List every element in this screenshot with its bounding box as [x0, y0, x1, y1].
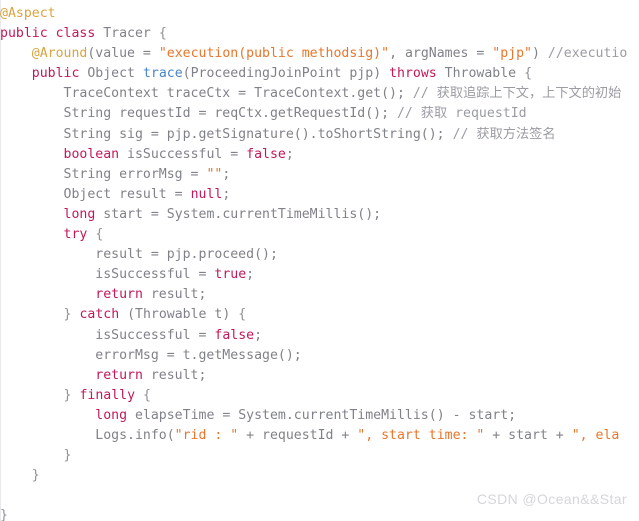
- annotation-around: @Around: [31, 46, 88, 62]
- code-line-3: @Around(value = "execution(public method…: [31, 46, 628, 62]
- code-line-8: boolean isSuccessful = false;: [63, 146, 294, 162]
- code-line-26: }: [0, 508, 8, 521]
- code-block: @Aspect public class Tracer { @Around(val…: [0, 0, 639, 521]
- code-line-15: return result;: [95, 287, 207, 303]
- code-line-11: long start = System.currentTimeMillis();: [63, 206, 382, 222]
- code-line-23: }: [63, 448, 72, 464]
- code-line-16: } catch (Throwable t) {: [63, 307, 247, 323]
- code-line-4: public Object trace(ProceedingJoinPoint …: [31, 66, 533, 82]
- code-line-22: Logs.info("rid : " + requestId + ", star…: [0, 427, 620, 443]
- code-line-17: isSuccessful = false;: [0, 327, 263, 343]
- code-line-18: errorMsg = t.getMessage();: [0, 347, 302, 363]
- code-line-9: String errorMsg = "";: [0, 166, 231, 182]
- code-line-14: isSuccessful = true;: [0, 267, 255, 283]
- code-line-1: @Aspect: [0, 4, 639, 24]
- code-snippet-image: @Aspect public class Tracer { @Around(val…: [0, 0, 639, 521]
- annotation-aspect: @Aspect: [0, 6, 56, 21]
- code-line-7: String sig = pjp.getSignature().toShortS…: [0, 126, 556, 142]
- code-line-13: result = pjp.proceed();: [0, 247, 278, 263]
- method-name-trace: trace: [142, 66, 183, 82]
- code-line-21: long elapseTime = System.currentTimeMill…: [95, 407, 517, 423]
- code-line-6: String requestId = reqCtx.getRequestId()…: [0, 106, 527, 122]
- csdn-watermark: CSDN @Ocean&&Star: [476, 491, 627, 507]
- code-line-10: Object result = null;: [0, 186, 231, 202]
- code-line-24: }: [31, 468, 40, 484]
- code-line-2: public class Tracer {: [0, 26, 167, 42]
- code-line-19: return result;: [95, 367, 207, 383]
- code-line-20: } finally {: [63, 387, 151, 403]
- code-line-12: try {: [63, 227, 104, 243]
- code-line-5: TraceContext traceCtx = TraceContext.get…: [0, 86, 622, 102]
